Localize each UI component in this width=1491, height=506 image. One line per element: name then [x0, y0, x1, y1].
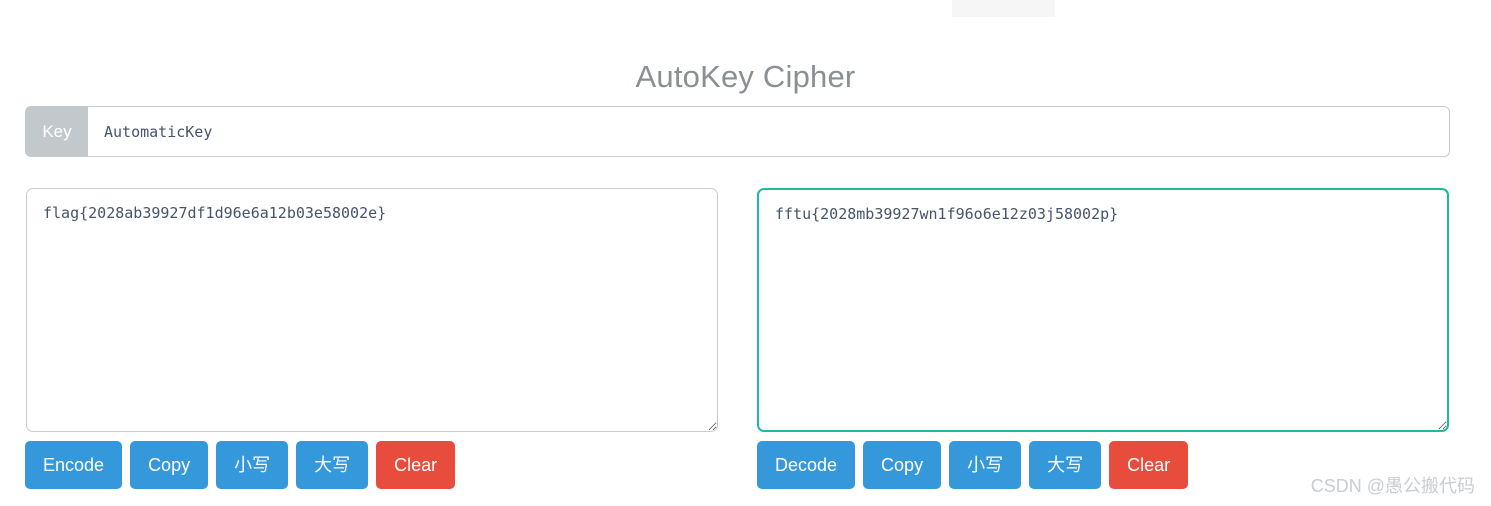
uppercase-button-left[interactable]: 大写	[296, 441, 369, 489]
right-button-row: Decode Copy 小写 大写 Clear	[757, 441, 1189, 489]
ciphertext-textarea[interactable]	[757, 188, 1449, 432]
key-input-addon-label: Key	[25, 106, 88, 157]
left-button-row: Encode Copy 小写 大写 Clear	[25, 441, 456, 489]
decode-button[interactable]: Decode	[757, 441, 856, 489]
lowercase-button-left[interactable]: 小写	[216, 441, 289, 489]
key-input-group: Key	[25, 106, 1450, 157]
top-page-stub	[952, 0, 1055, 17]
copy-button-right[interactable]: Copy	[863, 441, 942, 489]
lowercase-button-right[interactable]: 小写	[949, 441, 1022, 489]
uppercase-button-right[interactable]: 大写	[1029, 441, 1102, 489]
encode-button[interactable]: Encode	[25, 441, 123, 489]
csdn-watermark: CSDN @愚公搬代码	[1310, 476, 1475, 496]
copy-button-left[interactable]: Copy	[130, 441, 209, 489]
clear-button-right[interactable]: Clear	[1109, 441, 1189, 489]
key-input[interactable]	[88, 106, 1450, 157]
page-title: AutoKey Cipher	[635, 58, 856, 94]
clear-button-left[interactable]: Clear	[376, 441, 456, 489]
plaintext-textarea[interactable]	[26, 188, 718, 432]
